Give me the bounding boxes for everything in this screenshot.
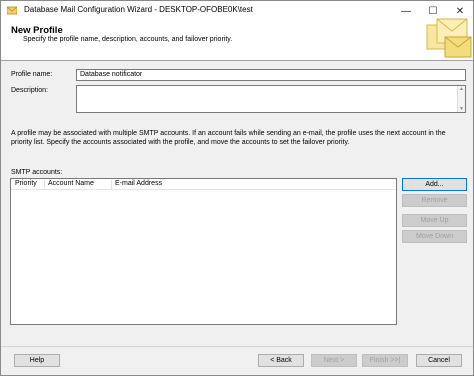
- description-scrollbar[interactable]: ▲ ▼: [457, 86, 465, 112]
- minimize-icon: —: [401, 5, 411, 17]
- help-button[interactable]: Help: [14, 354, 60, 367]
- page-subtitle: Specify the profile name, description, a…: [23, 36, 233, 43]
- minimize-button[interactable]: —: [393, 1, 419, 21]
- move-up-button[interactable]: Move Up: [402, 214, 467, 227]
- mail-wizard-banner-icon: [426, 18, 472, 58]
- cancel-button[interactable]: Cancel: [416, 354, 462, 367]
- back-button[interactable]: < Back: [258, 354, 304, 367]
- finish-button[interactable]: Finish >>|: [362, 354, 408, 367]
- smtp-accounts-label: SMTP accounts:: [11, 169, 63, 176]
- title-bar: Database Mail Configuration Wizard - DES…: [1, 1, 473, 21]
- remove-account-button[interactable]: Remove: [402, 194, 467, 207]
- profile-info-text: A profile may be associated with multipl…: [11, 130, 446, 146]
- wizard-header: New Profile Specify the profile name, de…: [1, 18, 473, 61]
- column-divider[interactable]: [44, 180, 45, 189]
- description-label: Description:: [11, 87, 48, 94]
- list-header: Priority Account Name E-mail Address: [11, 179, 396, 190]
- column-divider[interactable]: [111, 180, 112, 189]
- move-down-button[interactable]: Move Down: [402, 230, 467, 243]
- description-input[interactable]: ▲ ▼: [76, 85, 466, 113]
- page-title: New Profile: [11, 25, 63, 36]
- scroll-down-icon[interactable]: ▼: [459, 106, 464, 112]
- next-button[interactable]: Next >: [311, 354, 357, 367]
- wizard-window: Database Mail Configuration Wizard - DES…: [0, 0, 474, 376]
- app-icon: [7, 6, 17, 15]
- column-header-account-name[interactable]: Account Name: [48, 180, 94, 187]
- profile-name-input[interactable]: Database notificator: [76, 69, 466, 81]
- column-header-email-address[interactable]: E-mail Address: [115, 180, 162, 187]
- profile-name-label: Profile name:: [11, 71, 53, 78]
- smtp-accounts-list[interactable]: Priority Account Name E-mail Address: [10, 178, 397, 325]
- column-header-priority[interactable]: Priority: [15, 180, 37, 187]
- footer-divider: [1, 346, 473, 347]
- window-title: Database Mail Configuration Wizard - DES…: [24, 5, 253, 14]
- add-account-button[interactable]: Add...: [402, 178, 467, 191]
- scroll-up-icon[interactable]: ▲: [459, 86, 464, 92]
